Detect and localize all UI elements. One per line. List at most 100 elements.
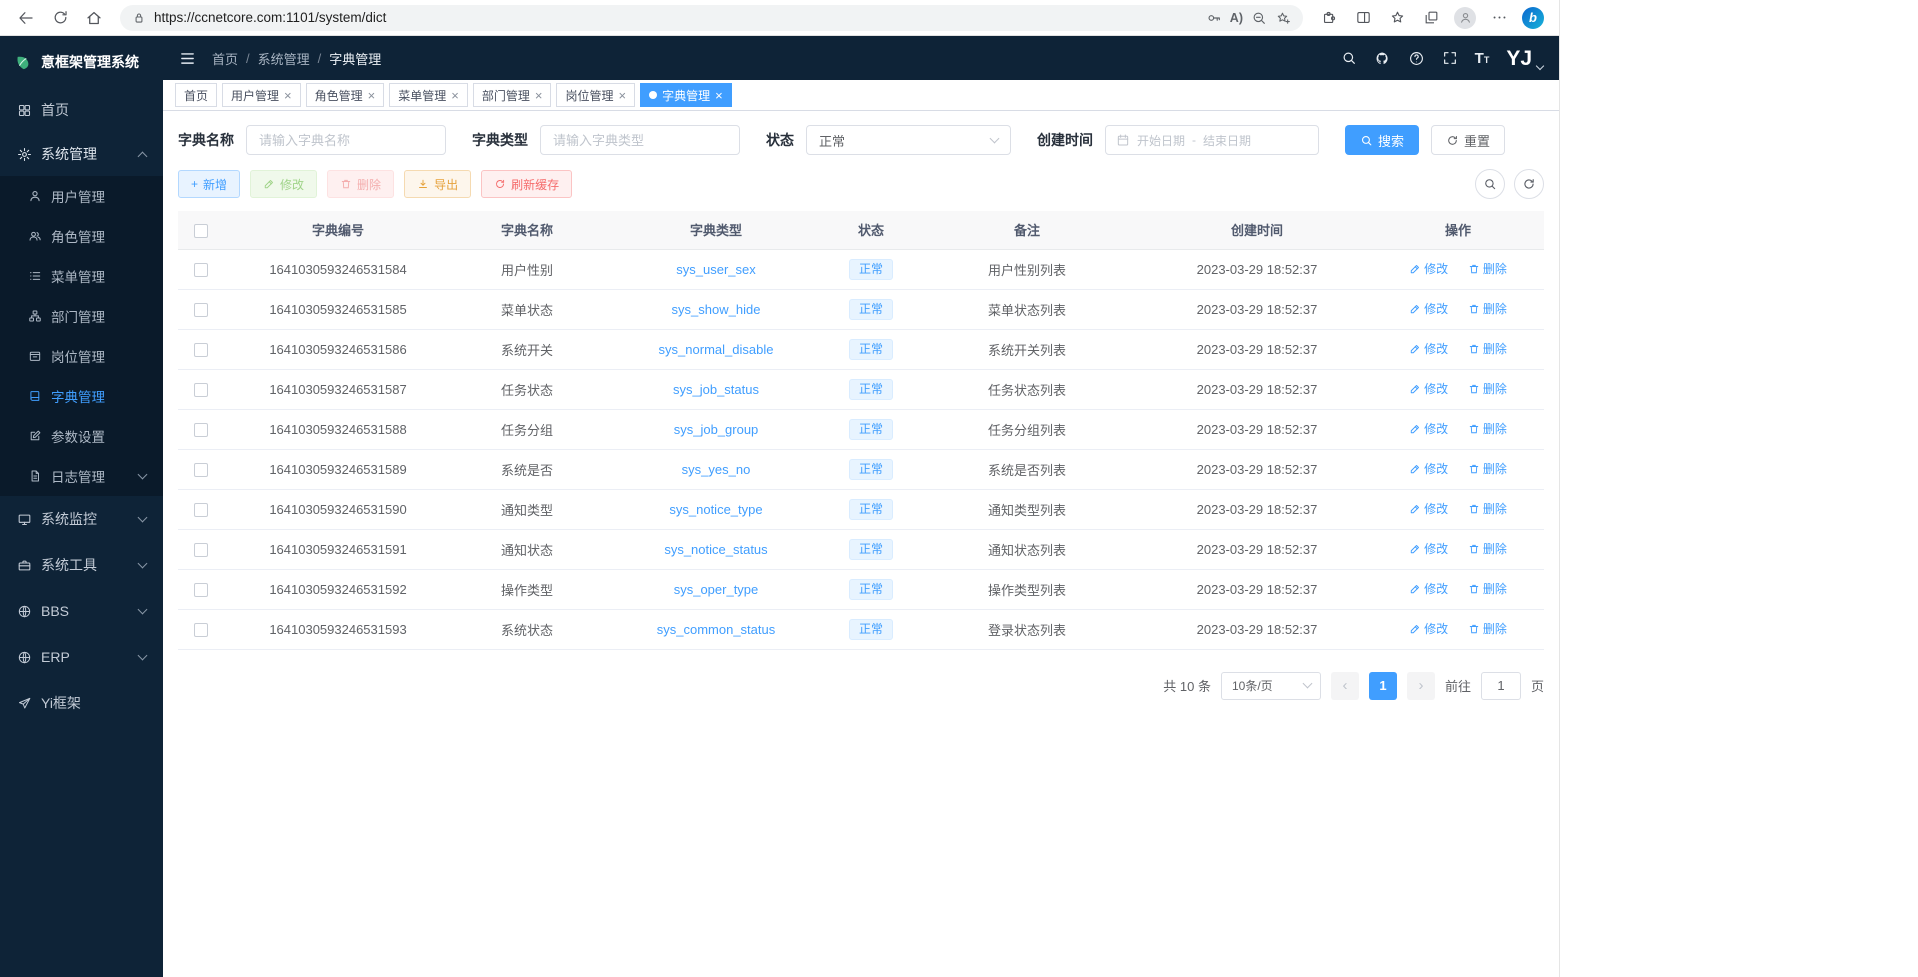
add-button[interactable]: + 新增 [178, 170, 240, 198]
github-icon[interactable] [1374, 50, 1391, 67]
help-question-icon[interactable] [1408, 50, 1425, 67]
sidebar-item-system-mgmt[interactable]: 系统管理 [0, 132, 163, 176]
sidebar-item-system-monitor[interactable]: 系统监控 [0, 496, 163, 542]
app-logo[interactable]: 意框架管理系统 [0, 36, 163, 88]
sidebar-item-system-tools[interactable]: 系统工具 [0, 542, 163, 588]
row-checkbox[interactable] [194, 503, 208, 517]
browser-home-button[interactable] [78, 4, 110, 32]
header-search-icon[interactable] [1341, 50, 1357, 66]
row-delete-button[interactable]: 删除 [1468, 300, 1507, 317]
end-date-placeholder[interactable]: 结束日期 [1203, 132, 1251, 149]
page-tab[interactable]: 首页 × [175, 83, 217, 107]
refresh-table-button[interactable] [1514, 169, 1544, 199]
tab-close-icon[interactable]: × [451, 89, 459, 102]
row-delete-button[interactable]: 删除 [1468, 460, 1507, 477]
current-page-button[interactable]: 1 [1369, 672, 1397, 700]
dict-type-link[interactable]: sys_show_hide [672, 302, 761, 317]
row-delete-button[interactable]: 删除 [1468, 620, 1507, 637]
dict-type-link[interactable]: sys_notice_status [664, 542, 767, 557]
status-select[interactable]: 正常 [806, 125, 1011, 155]
row-checkbox[interactable] [194, 423, 208, 437]
date-range-picker[interactable]: 开始日期 - 结束日期 [1105, 125, 1319, 155]
row-delete-button[interactable]: 删除 [1468, 580, 1507, 597]
row-checkbox[interactable] [194, 463, 208, 477]
sidebar-item-erp[interactable]: ERP [0, 634, 163, 680]
row-checkbox[interactable] [194, 623, 208, 637]
sidebar-item-menu-mgmt[interactable]: 菜单管理 [0, 256, 163, 296]
row-edit-button[interactable]: 修改 [1409, 620, 1448, 637]
breadcrumb-home[interactable]: 首页 [212, 49, 238, 68]
tab-close-icon[interactable]: × [715, 89, 723, 102]
edit-button[interactable]: 修改 [250, 170, 317, 198]
sidebar-item-dept-mgmt[interactable]: 部门管理 [0, 296, 163, 336]
dict-type-link[interactable]: sys_job_status [673, 382, 759, 397]
dict-type-link[interactable]: sys_normal_disable [659, 342, 774, 357]
sidebar-item-role-mgmt[interactable]: 角色管理 [0, 216, 163, 256]
breadcrumb-system[interactable]: 系统管理 [258, 49, 310, 68]
split-screen-icon[interactable] [1347, 4, 1379, 32]
row-edit-button[interactable]: 修改 [1409, 260, 1448, 277]
row-checkbox[interactable] [194, 383, 208, 397]
row-checkbox[interactable] [194, 543, 208, 557]
tab-close-icon[interactable]: × [284, 89, 292, 102]
page-tab[interactable]: 岗位管理 × [556, 83, 635, 107]
refresh-cache-button[interactable]: 刷新缓存 [481, 170, 572, 198]
row-delete-button[interactable]: 删除 [1468, 380, 1507, 397]
row-edit-button[interactable]: 修改 [1409, 340, 1448, 357]
page-tab[interactable]: 字典管理 × [640, 83, 732, 107]
row-checkbox[interactable] [194, 583, 208, 597]
select-all-checkbox[interactable] [194, 224, 208, 238]
start-date-placeholder[interactable]: 开始日期 [1137, 132, 1185, 149]
sidebar-item-post-mgmt[interactable]: 岗位管理 [0, 336, 163, 376]
browser-refresh-button[interactable] [44, 4, 76, 32]
row-edit-button[interactable]: 修改 [1409, 500, 1448, 517]
sidebar-collapse-button[interactable] [179, 50, 196, 67]
row-delete-button[interactable]: 删除 [1468, 340, 1507, 357]
page-size-select[interactable]: 10条/页 [1221, 672, 1321, 700]
address-bar[interactable]: https://ccnetcore.com:1101/system/dict A… [120, 5, 1303, 31]
sidebar-item-home[interactable]: 首页 [0, 88, 163, 132]
tab-close-icon[interactable]: × [618, 89, 626, 102]
reset-button[interactable]: 重置 [1431, 125, 1505, 155]
password-key-icon[interactable] [1206, 10, 1222, 26]
page-tab[interactable]: 部门管理 × [473, 83, 552, 107]
dict-name-input[interactable] [246, 125, 446, 155]
profile-avatar[interactable] [1449, 4, 1481, 32]
prev-page-button[interactable]: ‹ [1331, 672, 1359, 700]
yj-logo[interactable]: YJ [1506, 48, 1543, 69]
browser-back-button[interactable] [10, 4, 42, 32]
row-delete-button[interactable]: 删除 [1468, 500, 1507, 517]
search-button[interactable]: 搜索 [1345, 125, 1419, 155]
dict-type-link[interactable]: sys_job_group [674, 422, 759, 437]
sidebar-item-bbs[interactable]: BBS [0, 588, 163, 634]
sidebar-item-user-mgmt[interactable]: 用户管理 [0, 176, 163, 216]
page-tab[interactable]: 用户管理 × [222, 83, 301, 107]
delete-button[interactable]: 删除 [327, 170, 394, 198]
row-delete-button[interactable]: 删除 [1468, 420, 1507, 437]
zoom-out-icon[interactable] [1251, 10, 1267, 26]
row-edit-button[interactable]: 修改 [1409, 460, 1448, 477]
dict-type-link[interactable]: sys_user_sex [676, 262, 755, 277]
row-delete-button[interactable]: 删除 [1468, 540, 1507, 557]
dict-type-link[interactable]: sys_yes_no [682, 462, 751, 477]
collections-icon[interactable] [1415, 4, 1447, 32]
dict-type-input[interactable] [540, 125, 740, 155]
browser-menu-icon[interactable] [1483, 4, 1515, 32]
bing-copilot-icon[interactable]: b [1517, 4, 1549, 32]
page-tab[interactable]: 角色管理 × [306, 83, 385, 107]
extensions-icon[interactable] [1313, 4, 1345, 32]
goto-page-input[interactable] [1481, 672, 1521, 700]
sidebar-item-dict-mgmt[interactable]: 字典管理 [0, 376, 163, 416]
row-edit-button[interactable]: 修改 [1409, 540, 1448, 557]
add-favorite-icon[interactable] [1275, 10, 1291, 26]
row-edit-button[interactable]: 修改 [1409, 580, 1448, 597]
sidebar-item-yi-framework[interactable]: Yi框架 [0, 680, 163, 726]
tab-close-icon[interactable]: × [368, 89, 376, 102]
url-text[interactable]: https://ccnetcore.com:1101/system/dict [154, 10, 1198, 25]
sidebar-item-log-mgmt[interactable]: 日志管理 [0, 456, 163, 496]
tab-close-icon[interactable]: × [535, 89, 543, 102]
favorites-icon[interactable] [1381, 4, 1413, 32]
page-tab[interactable]: 菜单管理 × [389, 83, 468, 107]
row-checkbox[interactable] [194, 263, 208, 277]
sidebar-item-param-settings[interactable]: 参数设置 [0, 416, 163, 456]
